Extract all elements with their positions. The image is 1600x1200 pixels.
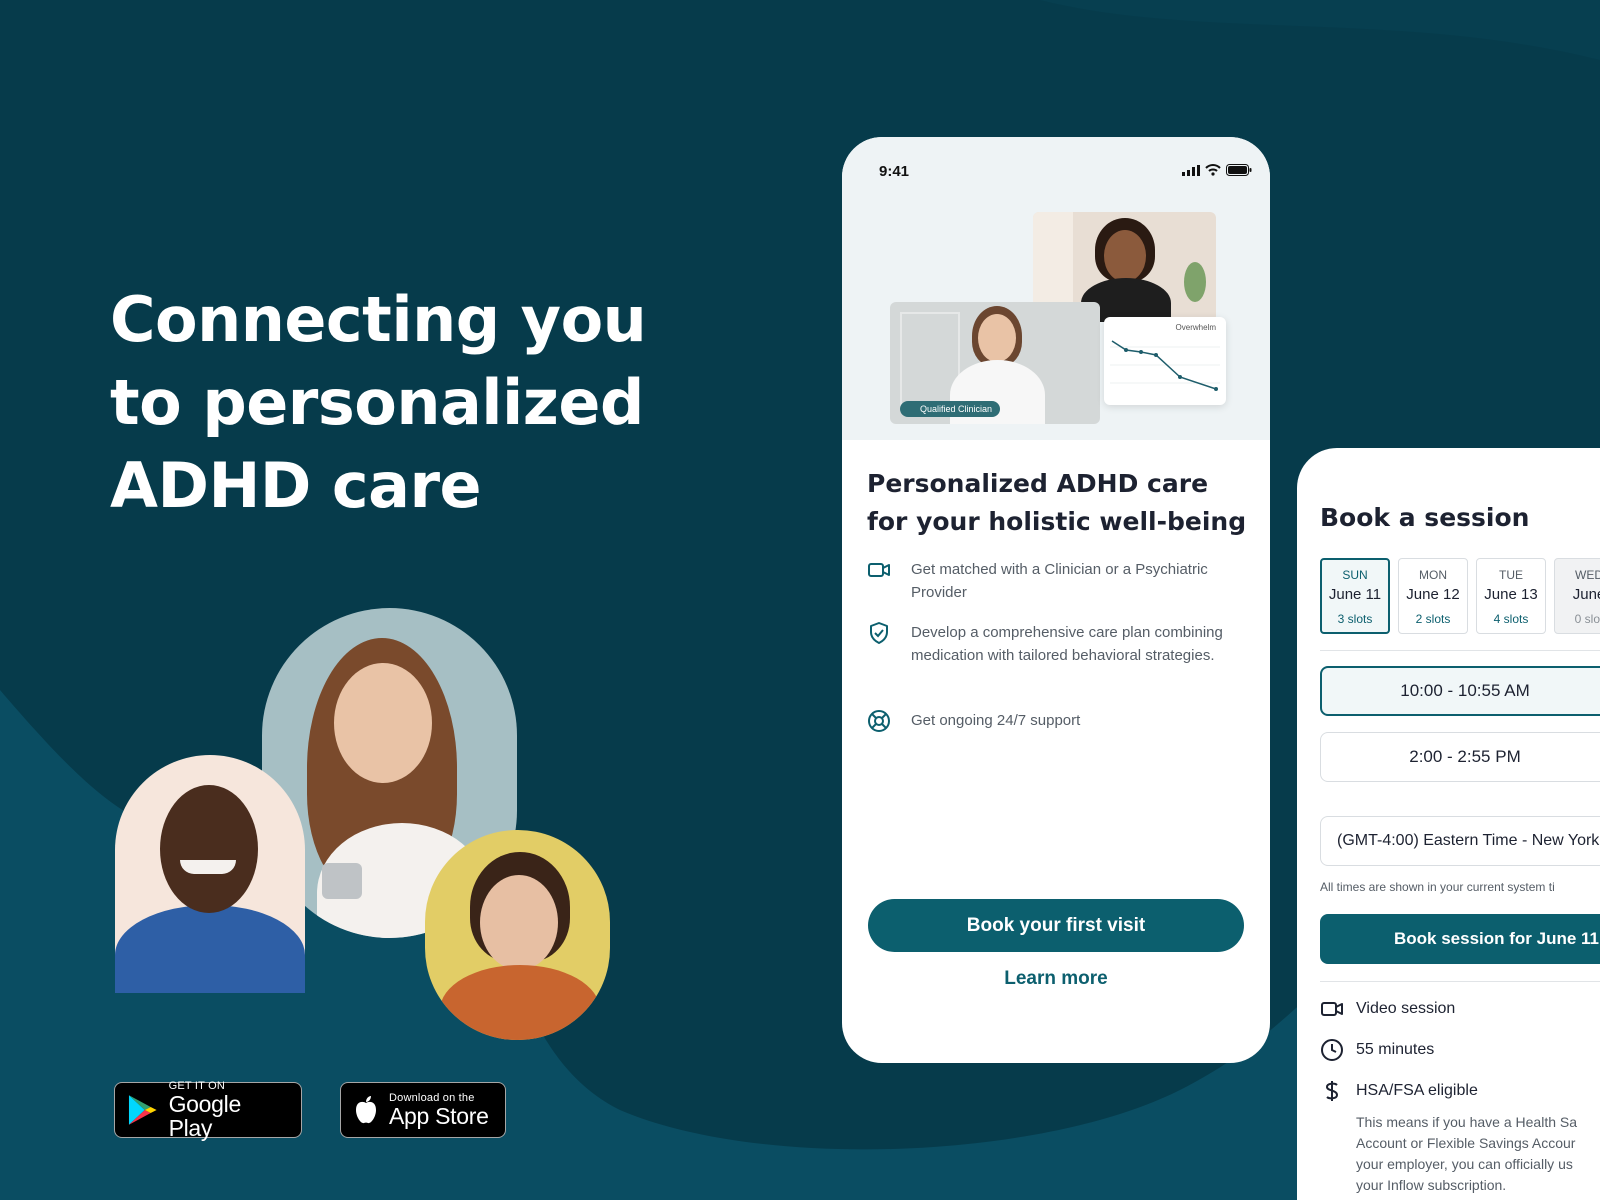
signal-icon [1182, 164, 1200, 176]
timezone-note: All times are shown in your current syst… [1320, 880, 1555, 894]
timezone-select[interactable]: (GMT-4:00) Eastern Time - New York [1320, 816, 1600, 866]
day-picker: SUN June 11 3 slots MON June 12 2 slots … [1320, 558, 1600, 634]
apple-badge-big: App Store [389, 1103, 489, 1129]
feature-text: Get matched with a Clinician or a Psychi… [911, 561, 1208, 601]
phone-title: Personalized ADHD care for your holistic… [867, 469, 1247, 536]
hero-headline: Connecting you to personalized ADHD care [110, 283, 647, 522]
day-option-tue[interactable]: TUE June 13 4 slots [1476, 558, 1546, 634]
google-play-badge[interactable]: GET IT ON Google Play [114, 1080, 302, 1141]
session-detail-row: Video session [1320, 997, 1455, 1021]
hsa-line: your employer, you can officially us [1356, 1156, 1573, 1172]
day-date: June 12 [1406, 586, 1460, 603]
app-store-badge[interactable]: Download on the App Store [340, 1082, 506, 1138]
phone-mockup: 9:41 Qualified Clinician Overwhelm Perso… [842, 137, 1270, 1063]
video-icon [1321, 1002, 1343, 1016]
portrait-young-woman [425, 830, 610, 1040]
feature-text: Develop a comprehensive care plan combin… [911, 624, 1223, 664]
day-slots: 0 slot [1574, 612, 1600, 626]
book-session-button[interactable]: Book session for June 11 [1320, 914, 1600, 964]
day-date: June [1572, 586, 1600, 603]
hsa-line: Account or Flexible Savings Accour [1356, 1135, 1576, 1151]
session-detail-row: 55 minutes [1320, 1038, 1434, 1062]
feature-item: Get ongoing 24/7 support [867, 709, 1247, 733]
day-dow: WED [1575, 568, 1600, 582]
divider [1320, 981, 1600, 982]
session-detail-text: HSA/FSA eligible [1356, 1082, 1478, 1099]
overwhelm-line-chart [1110, 340, 1220, 391]
dollar-icon [1325, 1081, 1339, 1101]
day-slots: 2 slots [1415, 612, 1451, 626]
divider [1320, 650, 1600, 651]
session-detail-row: HSA/FSA eligible [1320, 1079, 1478, 1103]
status-icons [1182, 164, 1252, 176]
portrait-man-smiling [115, 755, 305, 993]
hsa-description: This means if you have a Health Sa Accou… [1356, 1112, 1600, 1196]
video-icon [868, 563, 890, 577]
apple-icon [356, 1096, 376, 1124]
day-slots: 3 slots [1337, 612, 1373, 626]
day-option-wed: WED June 0 slot [1554, 558, 1600, 634]
status-time: 9:41 [879, 163, 910, 180]
session-detail-text: Video session [1356, 1000, 1456, 1017]
day-dow: SUN [1342, 568, 1368, 582]
book-first-visit-button[interactable]: Book your first visit [868, 899, 1244, 952]
clock-icon [1321, 1039, 1343, 1061]
time-slot-option[interactable]: 2:00 - 2:55 PM [1320, 732, 1600, 782]
feature-item: Develop a comprehensive care plan combin… [867, 621, 1247, 667]
hsa-line: your Inflow subscription. [1356, 1177, 1507, 1193]
booking-title: Book a session [1320, 503, 1530, 532]
overwhelm-chart-card: Overwhelm [1104, 317, 1226, 405]
phone-hero-area: 9:41 Qualified Clinician Overwhelm [842, 137, 1270, 440]
day-dow: TUE [1499, 568, 1523, 582]
shield-check-icon [870, 622, 888, 644]
qualified-clinician-badge: Qualified Clinician [900, 401, 1001, 417]
booking-panel: Book a session SUN June 11 3 slots MON J… [1297, 448, 1600, 1200]
day-date: June 11 [1328, 586, 1382, 603]
battery-icon [1226, 164, 1252, 176]
wifi-icon [1205, 164, 1221, 176]
feature-item: Get matched with a Clinician or a Psychi… [867, 558, 1247, 604]
session-detail-text: 55 minutes [1356, 1041, 1435, 1058]
time-slot-option[interactable]: 10:00 - 10:55 AM [1320, 666, 1600, 716]
day-slots: 4 slots [1493, 612, 1529, 626]
lifebuoy-icon [868, 710, 890, 732]
feature-text: Get ongoing 24/7 support [911, 712, 1081, 729]
day-dow: MON [1419, 568, 1447, 582]
day-date: June 13 [1484, 586, 1538, 603]
day-option-mon[interactable]: MON June 12 2 slots [1398, 558, 1468, 634]
google-play-icon [128, 1095, 157, 1125]
learn-more-link[interactable]: Learn more [868, 959, 1244, 999]
day-option-sun[interactable]: SUN June 11 3 slots [1320, 558, 1390, 634]
hsa-line: This means if you have a Health Sa [1356, 1114, 1578, 1130]
google-badge-big: Google Play [168, 1091, 242, 1141]
